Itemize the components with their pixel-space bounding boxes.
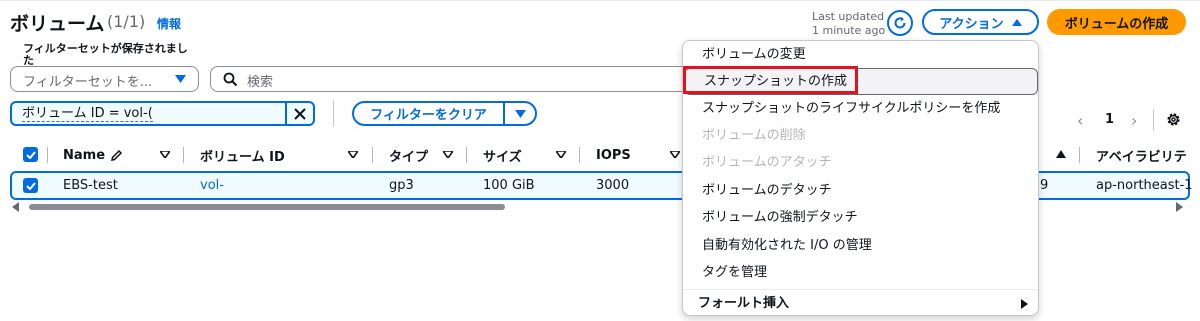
cell-size: 100 GiB [483,178,535,193]
submenu-label: フォールト挿入 [698,296,790,311]
previous-page-button[interactable]: ‹ [1077,111,1083,130]
column-header-name[interactable]: Name [63,143,123,167]
column-header-type[interactable]: タイプ [389,143,428,167]
page-title: ボリューム [10,13,105,35]
remove-token-button[interactable] [285,103,313,124]
saved-filter-placeholder: フィルターセットを... [23,75,153,90]
column-header-size[interactable]: サイズ [483,143,522,167]
column-separator [1079,147,1080,163]
next-page-button[interactable]: › [1131,111,1137,130]
info-link[interactable]: 情報 [157,15,181,32]
create-volume-button[interactable]: ボリュームの作成 [1047,9,1186,35]
checkmark-icon [25,150,36,159]
cell-name: EBS-test [63,178,118,193]
actions-label: アクション [939,16,1004,32]
select-all-checkbox[interactable] [23,147,38,162]
menu-item-create-lifecycle-policy[interactable]: スナップショットのライフサイクルポリシーを作成 [683,95,1038,122]
scroll-left-icon[interactable] [12,202,20,212]
highlight-annotation-box [683,66,858,94]
column-separator [466,147,467,163]
search-input[interactable]: 検索 [210,66,690,92]
sort-caret-icon[interactable] [443,151,453,158]
menu-item-manage-tags[interactable]: タグを管理 [683,259,1038,286]
menu-item-modify-volume[interactable]: ボリュームの変更 [683,41,1038,68]
sort-caret-icon[interactable] [670,151,680,158]
sort-caret-icon[interactable] [348,151,358,158]
gear-icon[interactable] [1165,111,1182,128]
menu-item-manage-auto-enabled-io[interactable]: 自動有効化された I/O の管理 [683,232,1038,259]
cell-iops: 3000 [596,178,630,193]
volume-count: (1/1) [107,12,146,31]
column-separator [372,147,373,163]
caret-down-icon [514,109,526,118]
clear-filters-dropdown[interactable] [505,103,535,124]
column-header-label: Name [63,147,106,163]
cell-type: gp3 [389,178,414,193]
refresh-icon [894,17,906,29]
column-separator [579,147,580,163]
actions-button[interactable]: アクション [922,9,1039,35]
menu-item-detach-volume[interactable]: ボリュームのデタッチ [683,177,1038,204]
filter-token[interactable]: ボリューム ID = vol-( [10,101,315,126]
caret-down-icon [175,75,186,83]
search-icon [223,72,238,87]
scroll-right-icon[interactable] [1175,202,1183,212]
edit-icon [111,149,123,161]
column-header-availability-zone[interactable]: アベイラビリテ [1096,143,1187,167]
last-updated-time: 1 minute ago [812,24,886,37]
last-updated: Last updated 1 minute ago [812,10,885,38]
sort-caret-icon[interactable] [556,151,566,158]
column-separator [47,147,48,163]
caret-right-icon [1021,299,1028,309]
column-header-volume-id[interactable]: ボリューム ID [200,143,285,167]
cell-volume-id-link[interactable]: vol- [200,178,224,193]
checkmark-icon [25,181,36,190]
menu-item-force-detach-volume[interactable]: ボリュームの強制デタッチ [683,204,1038,231]
row-checkbox[interactable] [23,178,38,193]
sort-ascending-icon[interactable] [1056,150,1066,158]
saved-filter-label: フィルターセットが保存されました [23,42,188,67]
clear-filters-split-button[interactable]: フィルターをクリア [352,101,537,126]
menu-item-fault-injection[interactable]: フォールト挿入 [683,290,1038,317]
column-separator [183,147,184,163]
last-updated-label: Last updated [812,10,885,23]
caret-up-icon [1011,18,1022,26]
divider [1153,109,1154,131]
close-icon [294,107,306,120]
saved-filter-select[interactable]: フィルターセットを... [10,66,199,92]
cell-availability-zone: ap-northeast-1 [1096,178,1193,193]
search-placeholder: 検索 [247,75,274,90]
column-header-iops[interactable]: IOPS [596,143,631,167]
sort-caret-icon[interactable] [160,151,170,158]
clear-filters-button[interactable]: フィルターをクリア [354,103,505,124]
refresh-button[interactable] [887,10,913,36]
cell-partial: 9 [1040,178,1049,193]
top-divider [0,0,1200,1]
menu-item-attach-volume: ボリュームのアタッチ [702,155,832,170]
page-number[interactable]: 1 [1105,112,1114,127]
divider [333,100,334,127]
horizontal-scrollbar-thumb[interactable] [29,204,505,210]
menu-item-delete-volume: ボリュームの削除 [702,128,806,143]
filter-token-text: ボリューム ID = vol-( [22,106,153,122]
